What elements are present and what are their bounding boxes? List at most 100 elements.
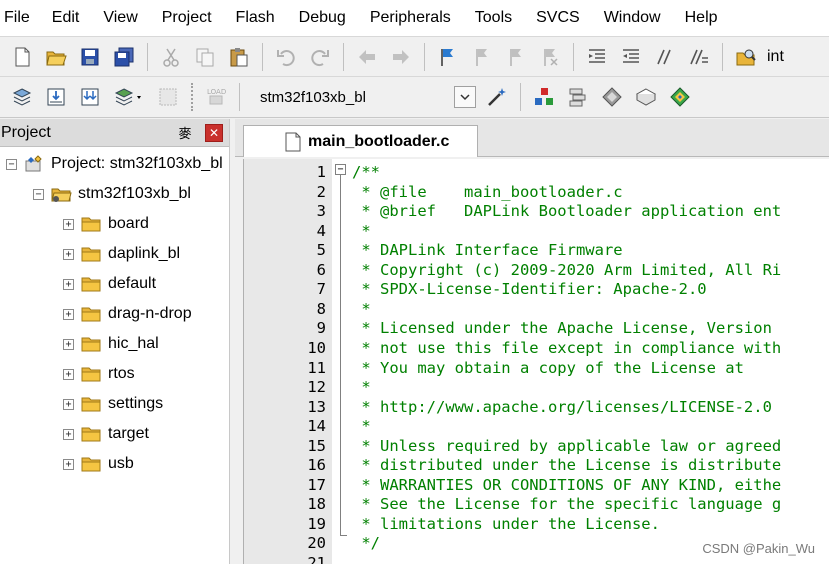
- fold-line: [340, 175, 341, 535]
- collapse-icon[interactable]: −: [33, 188, 44, 200]
- tree-group-rtos[interactable]: + rtos: [63, 360, 135, 388]
- folder-icon: [81, 337, 101, 352]
- tab-main-bootloader[interactable]: main_bootloader.c: [243, 125, 478, 157]
- target-select[interactable]: stm32f103xb_bl: [252, 82, 480, 112]
- expand-icon[interactable]: +: [63, 278, 74, 290]
- options-for-target-button[interactable]: [483, 83, 511, 111]
- expand-icon[interactable]: +: [63, 248, 74, 260]
- menu-view[interactable]: View: [103, 0, 145, 36]
- software-packs-button[interactable]: [666, 83, 694, 111]
- uncomment-selection-button[interactable]: [685, 43, 713, 71]
- pin-icon[interactable]: ⿆: [177, 125, 193, 141]
- c-file-icon: [285, 132, 301, 151]
- copy-button[interactable]: [191, 43, 219, 71]
- comment-selection-button[interactable]: [651, 43, 679, 71]
- menu-tools[interactable]: Tools: [475, 0, 520, 36]
- menu-help[interactable]: Help: [685, 0, 726, 36]
- collapse-icon[interactable]: −: [6, 158, 17, 170]
- expand-icon[interactable]: +: [63, 308, 74, 320]
- menu-edit[interactable]: Edit: [52, 0, 88, 36]
- line-number: 4: [316, 221, 326, 240]
- toolbar-separator: [722, 42, 723, 71]
- insert-bookmark-button[interactable]: [434, 43, 462, 71]
- line-number: 20: [307, 534, 326, 553]
- expand-icon[interactable]: +: [63, 338, 74, 350]
- clear-bookmarks-button[interactable]: [536, 43, 564, 71]
- tree-group-default[interactable]: + default: [63, 270, 156, 298]
- translate-button[interactable]: [8, 83, 36, 111]
- undo-button[interactable]: [272, 43, 300, 71]
- build-button[interactable]: [42, 83, 70, 111]
- find-text-value[interactable]: int: [767, 48, 784, 66]
- next-bookmark-button[interactable]: [502, 43, 530, 71]
- find-in-files-button[interactable]: [732, 43, 760, 71]
- code-text: * @brief DAPLink Bootloader application …: [352, 202, 782, 221]
- code-text: *: [352, 378, 371, 397]
- tree-target[interactable]: − stm32f103xb_bl: [33, 180, 191, 208]
- project-items-icon: [535, 88, 553, 105]
- fold-collapse-icon[interactable]: −: [335, 164, 346, 175]
- indent-button[interactable]: [583, 43, 611, 71]
- undo-icon: [277, 49, 295, 66]
- translate-icon: [12, 88, 32, 106]
- menu-file[interactable]: File: [4, 0, 38, 36]
- menu-flash[interactable]: Flash: [236, 0, 283, 36]
- pack-installer-button[interactable]: [632, 83, 660, 111]
- tree-group-label: rtos: [108, 365, 135, 382]
- manage-rte-button[interactable]: [598, 83, 626, 111]
- watermark: CSDN @Pakin_Wu: [702, 541, 815, 556]
- batch-build-icon: [114, 88, 141, 106]
- close-icon[interactable]: ✕: [205, 123, 223, 142]
- build-toolbar: LOAD stm32f103xb_bl: [0, 76, 829, 118]
- tree-group-drag-n-drop[interactable]: + drag-n-drop: [63, 300, 192, 328]
- paste-button[interactable]: [225, 43, 253, 71]
- folder-icon: [81, 277, 101, 292]
- target-folder-icon: [51, 188, 72, 202]
- line-number: 21: [307, 554, 326, 564]
- code-text: * Copyright (c) 2009-2020 Arm Limited, A…: [352, 260, 782, 279]
- menu-svcs[interactable]: SVCS: [536, 0, 588, 36]
- menu-debug[interactable]: Debug: [299, 0, 354, 36]
- tree-group-daplink_bl[interactable]: + daplink_bl: [63, 240, 180, 268]
- menu-window[interactable]: Window: [604, 0, 669, 36]
- line-number: 15: [307, 436, 326, 455]
- pack-installer-icon: [635, 88, 657, 106]
- navigate-forward-button[interactable]: [387, 43, 415, 71]
- stop-build-icon: [159, 88, 177, 106]
- rebuild-button[interactable]: [76, 83, 104, 111]
- select-packs-button[interactable]: [564, 83, 592, 111]
- navigate-back-button[interactable]: [353, 43, 381, 71]
- batch-build-button[interactable]: [110, 83, 148, 111]
- fold-margin: −: [332, 159, 350, 564]
- menu-peripherals[interactable]: Peripherals: [370, 0, 459, 36]
- expand-icon[interactable]: +: [63, 218, 74, 230]
- code-editor[interactable]: − 1 /** 2 * @file main_bootloader.c 3 * @br…: [243, 159, 829, 564]
- new-file-button[interactable]: [8, 43, 36, 71]
- tree-group-target[interactable]: + target: [63, 420, 149, 448]
- save-all-button[interactable]: [110, 43, 138, 71]
- code-text: * limitations under the License.: [352, 514, 660, 533]
- tree-group-usb[interactable]: + usb: [63, 450, 134, 478]
- unindent-button[interactable]: [617, 43, 645, 71]
- previous-bookmark-button[interactable]: [468, 43, 496, 71]
- chevron-down-icon[interactable]: [454, 86, 476, 108]
- open-file-button[interactable]: [42, 43, 70, 71]
- new-file-icon: [15, 47, 30, 66]
- tree-group-settings[interactable]: + settings: [63, 390, 163, 418]
- expand-icon[interactable]: +: [63, 368, 74, 380]
- code-text: /**: [352, 163, 380, 181]
- tree-root[interactable]: − Project: stm32f103xb_bl: [6, 150, 223, 178]
- cut-button[interactable]: [157, 43, 185, 71]
- expand-icon[interactable]: +: [63, 398, 74, 410]
- code-text: * http://www.apache.org/licenses/LICENSE…: [352, 397, 772, 416]
- redo-button[interactable]: [306, 43, 334, 71]
- download-button[interactable]: LOAD: [202, 83, 230, 111]
- manage-project-items-button[interactable]: [530, 83, 558, 111]
- expand-icon[interactable]: +: [63, 458, 74, 470]
- save-button[interactable]: [76, 43, 104, 71]
- tree-group-hic_hal[interactable]: + hic_hal: [63, 330, 159, 358]
- stop-build-button[interactable]: [154, 83, 182, 111]
- menu-project[interactable]: Project: [162, 0, 220, 36]
- tree-group-board[interactable]: + board: [63, 210, 149, 238]
- expand-icon[interactable]: +: [63, 428, 74, 440]
